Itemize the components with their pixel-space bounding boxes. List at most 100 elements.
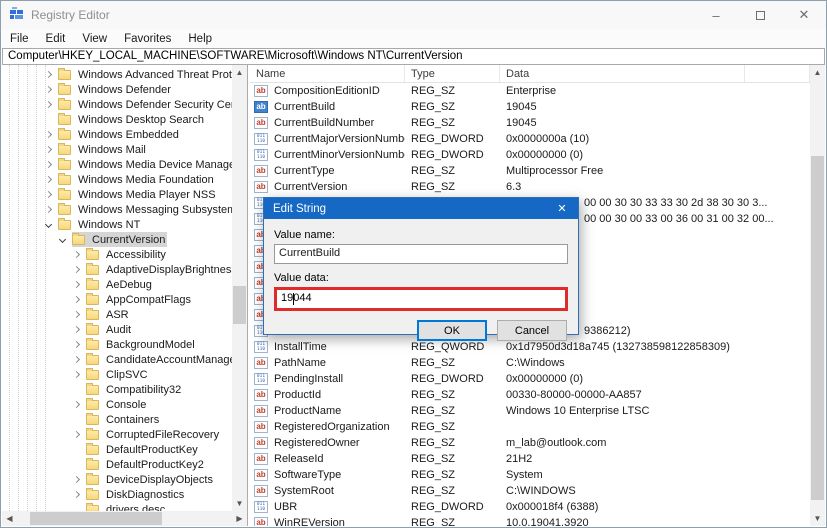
chevron-right-icon[interactable] — [73, 476, 80, 483]
tree-item[interactable]: ClipSVC — [2, 367, 232, 382]
registry-value-row[interactable]: abProductNameREG_SZWindows 10 Enterprise… — [250, 403, 810, 419]
menu-view[interactable]: View — [82, 33, 107, 45]
registry-value-row[interactable]: 011 110CurrentMinorVersionNumberREG_DWOR… — [250, 147, 810, 163]
tree-vscroll-thumb[interactable] — [233, 286, 246, 324]
chevron-right-icon[interactable] — [73, 296, 80, 303]
chevron-right-icon[interactable] — [73, 266, 80, 273]
value-data-field[interactable]: 19044 — [274, 287, 568, 311]
tree-item[interactable]: DefaultProductKey — [2, 442, 232, 457]
tree-item[interactable]: Windows Defender Security Center — [2, 97, 232, 112]
dialog-title-bar[interactable]: Edit String ✕ — [264, 198, 578, 219]
tree-item[interactable]: Windows Media Foundation — [2, 172, 232, 187]
tree-item[interactable]: Windows Embedded — [2, 127, 232, 142]
tree-item[interactable]: Windows Desktop Search — [2, 112, 232, 127]
tree-item[interactable]: DefaultProductKey2 — [2, 457, 232, 472]
chevron-right-icon[interactable] — [45, 101, 52, 108]
scroll-left-icon[interactable]: ◀ — [2, 511, 17, 526]
registry-value-row[interactable]: abCurrentBuildNumberREG_SZ19045 — [250, 115, 810, 131]
tree-item[interactable]: CandidateAccountManager — [2, 352, 232, 367]
chevron-right-icon[interactable] — [73, 281, 80, 288]
tree-item[interactable]: CorruptedFileRecovery — [2, 427, 232, 442]
tree-item[interactable]: Compatibility32 — [2, 382, 232, 397]
tree-item[interactable]: Windows Media Device Manager — [2, 157, 232, 172]
scroll-right-icon[interactable]: ▶ — [232, 511, 247, 526]
chevron-right-icon[interactable] — [45, 176, 52, 183]
tree-item[interactable]: Windows Messaging Subsystem — [2, 202, 232, 217]
chevron-right-icon[interactable] — [73, 311, 80, 318]
column-header-type[interactable]: Type — [405, 65, 500, 82]
registry-value-row[interactable]: abReleaseIdREG_SZ21H2 — [250, 451, 810, 467]
registry-value-row[interactable]: abRegisteredOwnerREG_SZm_lab@outlook.com — [250, 435, 810, 451]
menu-file[interactable]: File — [10, 33, 29, 45]
tree-item[interactable]: CurrentVersion — [2, 232, 232, 247]
registry-value-row[interactable]: abRegisteredOrganizationREG_SZ — [250, 419, 810, 435]
list-vscroll-thumb[interactable] — [811, 156, 824, 500]
registry-value-row[interactable]: abCompositionEditionIDREG_SZEnterprise — [250, 83, 810, 99]
dialog-close-button[interactable]: ✕ — [546, 198, 578, 219]
menu-help[interactable]: Help — [188, 33, 212, 45]
chevron-right-icon[interactable] — [45, 131, 52, 138]
ok-button[interactable]: OK — [417, 320, 487, 341]
chevron-right-icon[interactable] — [45, 71, 52, 78]
chevron-right-icon[interactable] — [73, 356, 80, 363]
chevron-right-icon[interactable] — [45, 206, 52, 213]
menu-favorites[interactable]: Favorites — [124, 33, 171, 45]
tree-item[interactable]: Windows NT — [2, 217, 232, 232]
list-vertical-scrollbar[interactable]: ▲ ▼ — [810, 65, 825, 526]
scroll-down-icon[interactable]: ▼ — [810, 511, 825, 526]
registry-value-row[interactable]: abCurrentTypeREG_SZMultiprocessor Free — [250, 163, 810, 179]
chevron-right-icon[interactable] — [45, 86, 52, 93]
registry-value-row[interactable]: abProductIdREG_SZ00330-80000-00000-AA857 — [250, 387, 810, 403]
registry-value-row[interactable]: 011 110InstallTimeREG_QWORD0x1d7950d3d18… — [250, 339, 810, 355]
registry-value-row[interactable]: abPathNameREG_SZC:\Windows — [250, 355, 810, 371]
tree-item[interactable]: AdaptiveDisplayBrightness — [2, 262, 232, 277]
chevron-right-icon[interactable] — [45, 191, 52, 198]
menu-edit[interactable]: Edit — [46, 33, 66, 45]
maximize-button[interactable] — [738, 1, 782, 29]
tree-item[interactable]: Audit — [2, 322, 232, 337]
chevron-down-icon[interactable] — [45, 221, 52, 228]
tree-vertical-scrollbar[interactable]: ▲ ▼ — [232, 65, 247, 511]
chevron-right-icon[interactable] — [73, 341, 80, 348]
scroll-up-icon[interactable]: ▲ — [232, 65, 247, 80]
chevron-right-icon[interactable] — [73, 401, 80, 408]
column-header-name[interactable]: Name — [250, 65, 405, 82]
column-header-data[interactable]: Data — [500, 65, 745, 82]
chevron-right-icon[interactable] — [45, 146, 52, 153]
close-button[interactable]: ✕ — [782, 1, 826, 29]
tree-item[interactable]: DiskDiagnostics — [2, 487, 232, 502]
tree-item[interactable]: Accessibility — [2, 247, 232, 262]
registry-value-row[interactable]: 011 110CurrentMajorVersionNumberREG_DWOR… — [250, 131, 810, 147]
value-name-field[interactable]: CurrentBuild — [274, 244, 568, 264]
registry-value-row[interactable]: 011 110UBRREG_DWORD0x000018f4 (6388) — [250, 499, 810, 515]
tree-item[interactable]: AeDebug — [2, 277, 232, 292]
tree-item[interactable]: Windows Mail — [2, 142, 232, 157]
tree-item[interactable]: BackgroundModel — [2, 337, 232, 352]
tree-item[interactable]: ASR — [2, 307, 232, 322]
chevron-right-icon[interactable] — [73, 371, 80, 378]
tree-horizontal-scrollbar[interactable]: ◀ ▶ — [2, 511, 247, 526]
chevron-right-icon[interactable] — [45, 161, 52, 168]
tree-item[interactable]: Windows Defender — [2, 82, 232, 97]
registry-value-row[interactable]: abSoftwareTypeREG_SZSystem — [250, 467, 810, 483]
registry-value-row[interactable]: 011 110PendingInstallREG_DWORD0x00000000… — [250, 371, 810, 387]
chevron-right-icon[interactable] — [73, 491, 80, 498]
address-bar[interactable]: Computer\HKEY_LOCAL_MACHINE\SOFTWARE\Mic… — [2, 48, 825, 65]
registry-value-row[interactable]: abWinREVersionREG_SZ10.0.19041.3920 — [250, 515, 810, 526]
registry-value-row[interactable]: abCurrentVersionREG_SZ6.3 — [250, 179, 810, 195]
cancel-button[interactable]: Cancel — [497, 320, 567, 341]
scroll-down-icon[interactable]: ▼ — [232, 496, 247, 511]
tree-hscroll-thumb[interactable] — [30, 512, 162, 525]
registry-value-row[interactable]: abCurrentBuildREG_SZ19045 — [250, 99, 810, 115]
tree-item[interactable]: Containers — [2, 412, 232, 427]
tree-item[interactable]: Windows Advanced Threat Protection — [2, 67, 232, 82]
tree-item[interactable]: AppCompatFlags — [2, 292, 232, 307]
registry-value-row[interactable]: abSystemRootREG_SZC:\WINDOWS — [250, 483, 810, 499]
chevron-right-icon[interactable] — [73, 326, 80, 333]
tree-item[interactable]: Windows Media Player NSS — [2, 187, 232, 202]
chevron-right-icon[interactable] — [73, 251, 80, 258]
chevron-right-icon[interactable] — [73, 431, 80, 438]
tree-item[interactable]: DeviceDisplayObjects — [2, 472, 232, 487]
chevron-down-icon[interactable] — [59, 236, 66, 243]
scroll-up-icon[interactable]: ▲ — [810, 65, 825, 80]
